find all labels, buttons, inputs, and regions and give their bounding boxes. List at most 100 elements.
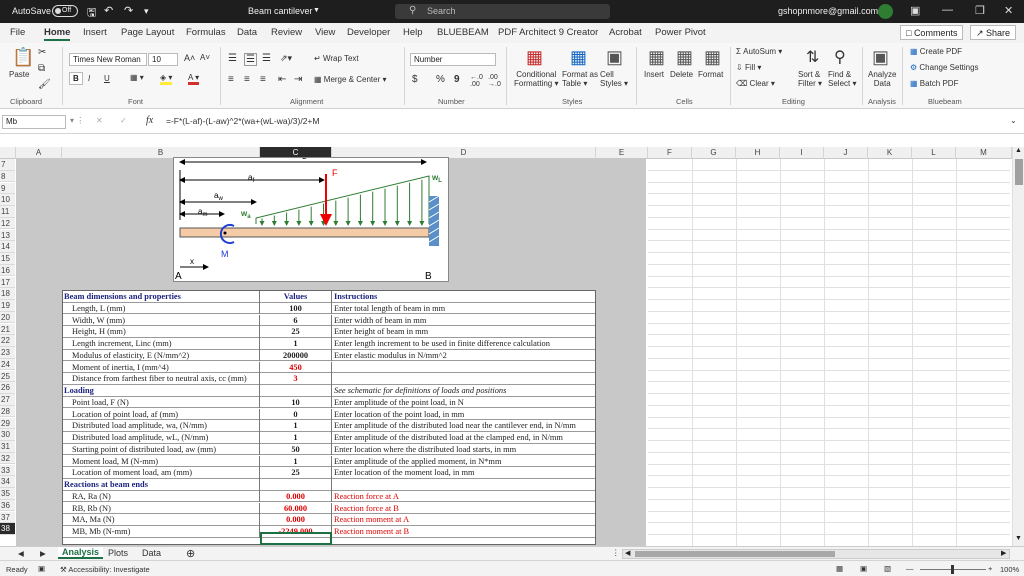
change-settings-button[interactable]: ⚙ Change Settings [910, 63, 979, 72]
row-header[interactable]: 11 [0, 206, 15, 218]
tab-file[interactable]: File [10, 27, 25, 38]
tab-pdf-architect[interactable]: PDF Architect 9 Creator [498, 27, 598, 38]
parameter-name[interactable]: RB, Rb (N) [63, 502, 260, 515]
comma-button[interactable]: 9 [454, 74, 460, 85]
accessibility-status[interactable]: ⚒ Accessibility: Investigate [60, 565, 150, 574]
tab-formulas[interactable]: Formulas [186, 27, 226, 38]
increase-font-button[interactable]: A˄ [184, 53, 195, 63]
format-table-icon[interactable]: ▦ [570, 47, 587, 68]
format-as-table-button[interactable]: Format as Table ▾ [562, 70, 598, 88]
instruction-text[interactable] [333, 479, 595, 491]
row-header[interactable]: 38 [0, 523, 15, 535]
create-pdf-button[interactable]: ▦ Create PDF [910, 47, 962, 56]
parameter-value[interactable]: 1 [260, 455, 332, 468]
align-middle-icon[interactable]: ☰ [244, 53, 257, 66]
active-cell-cursor[interactable] [260, 532, 332, 545]
instruction-text[interactable]: Enter elastic modulus in N/mm^2 [333, 350, 595, 362]
parameter-value[interactable]: 0.000 [260, 490, 332, 503]
parameter-name[interactable]: Modulus of elasticity, E (N/mm^2) [63, 349, 260, 362]
currency-button[interactable]: $ [412, 74, 418, 85]
parameter-value[interactable]: 200000 [260, 349, 332, 362]
parameter-name[interactable]: MB, Mb (N-mm) [63, 526, 260, 538]
cell-styles-icon[interactable]: ▣ [606, 47, 623, 68]
row-header[interactable]: 9 [0, 182, 15, 195]
format-cells-button[interactable]: Format [698, 70, 723, 79]
instruction-text[interactable]: See schematic for definitions of loads a… [333, 385, 595, 397]
zoom-slider-thumb[interactable] [951, 565, 954, 574]
parameter-name[interactable]: Length increment, Linc (mm) [63, 338, 260, 350]
instruction-text[interactable]: Enter location of the point load, in mm [333, 409, 595, 421]
parameter-name[interactable]: Location of point load, af (mm) [63, 408, 260, 421]
instruction-text[interactable]: Enter amplitude of the point load, in N [333, 397, 595, 409]
zoom-level[interactable]: 100% [1000, 565, 1019, 574]
tab-review[interactable]: Review [271, 27, 302, 38]
parameter-name[interactable]: MA, Ma (N) [63, 514, 260, 526]
enter-icon[interactable]: ✓ [120, 116, 127, 125]
tab-home[interactable]: Home [44, 27, 71, 41]
page-break-view-icon[interactable]: ▧ [884, 564, 891, 573]
row-header[interactable]: 37 [0, 511, 15, 524]
row-header[interactable]: 20 [0, 311, 15, 324]
ribbon-display-icon[interactable]: ▣ [910, 4, 920, 17]
merge-center-button[interactable]: ▦ Merge & Center ▾ [314, 75, 387, 84]
row-header[interactable]: 16 [0, 264, 15, 277]
analyze-data-icon[interactable]: ▣ [872, 47, 889, 68]
customize-qat-icon[interactable]: ▾ [144, 6, 149, 17]
parameter-value[interactable]: 60.000 [260, 502, 332, 515]
autosave-toggle[interactable]: Off [52, 5, 78, 17]
row-header[interactable]: 10 [0, 194, 15, 206]
parameter-name[interactable]: Starting point of distributed load, aw (… [63, 443, 260, 456]
instruction-text[interactable]: Reaction moment at A [333, 514, 595, 526]
parameter-value[interactable]: 0.000 [260, 514, 332, 526]
parameter-name[interactable]: Height, H (mm) [63, 326, 260, 338]
instruction-text[interactable]: Enter length increment to be used in fin… [333, 338, 595, 350]
row-header[interactable]: 24 [0, 358, 15, 371]
parameter-value[interactable]: Values [260, 291, 332, 303]
analyze-data-button[interactable]: Analyze Data [868, 70, 896, 88]
align-top-icon[interactable]: ☰ [228, 53, 237, 64]
instruction-text[interactable] [333, 362, 595, 374]
percent-button[interactable]: % [436, 74, 445, 85]
parameter-name[interactable]: Distributed load amplitude, wa, (N/mm) [63, 420, 260, 432]
column-header[interactable]: G [692, 147, 736, 159]
parameter-name[interactable]: Point load, F (N) [63, 396, 260, 409]
row-header[interactable]: 12 [0, 217, 15, 230]
row-header[interactable]: 23 [0, 347, 15, 359]
row-header[interactable]: 28 [0, 405, 15, 418]
minimize-icon[interactable]: — [942, 4, 953, 16]
scroll-up-icon[interactable]: ▲ [1015, 147, 1022, 154]
tab-data[interactable]: Data [237, 27, 257, 38]
row-header[interactable]: 8 [0, 170, 15, 183]
italic-button[interactable]: I [88, 74, 90, 83]
parameter-name[interactable]: Length, L (mm) [63, 302, 260, 315]
column-header[interactable]: F [648, 147, 692, 159]
scroll-right-icon[interactable]: ▶ [1001, 549, 1006, 557]
tab-acrobat[interactable]: Acrobat [609, 27, 642, 38]
restore-icon[interactable]: ❐ [975, 4, 985, 17]
align-bottom-icon[interactable]: ☰ [262, 53, 271, 64]
delete-cells-button[interactable]: Delete [670, 70, 693, 79]
cut-icon[interactable]: ✂ [38, 47, 46, 58]
sheet-tab-data[interactable]: Data [142, 548, 161, 558]
instruction-text[interactable]: Enter total length of beam in mm [333, 303, 595, 315]
tab-insert[interactable]: Insert [83, 27, 107, 38]
row-header[interactable]: 32 [0, 452, 15, 465]
instruction-text[interactable]: Instructions [333, 291, 595, 303]
parameter-name[interactable]: Moment load, M (N-mm) [63, 455, 260, 468]
increase-indent-icon[interactable]: ⇥ [294, 74, 302, 85]
horizontal-scrollbar[interactable]: ◀ ▶ [622, 549, 1010, 559]
tab-bluebeam[interactable]: BLUEBEAM [437, 27, 489, 38]
account-name[interactable]: gshopnmore@gmail.com [778, 6, 878, 16]
bold-button[interactable]: B [69, 72, 83, 85]
document-title[interactable]: Beam cantilever [248, 6, 313, 16]
parameter-name[interactable]: Distance from farthest fiber to neutral … [63, 373, 260, 385]
parameter-name[interactable]: Moment of inertia, I (mm^4) [63, 361, 260, 374]
number-format-select[interactable]: Number [410, 53, 496, 66]
redo-icon[interactable]: ↷ [124, 4, 133, 17]
sheet-tab-plots[interactable]: Plots [108, 548, 128, 558]
instruction-text[interactable]: Enter amplitude of the distributed load … [333, 420, 595, 432]
parameter-name[interactable]: Location of moment load, am (mm) [63, 467, 260, 479]
parameter-value[interactable]: 10 [260, 396, 332, 409]
parameter-name[interactable]: Width, W (mm) [63, 314, 260, 327]
increase-decimal-icon[interactable]: ←.0.00 [470, 74, 483, 88]
